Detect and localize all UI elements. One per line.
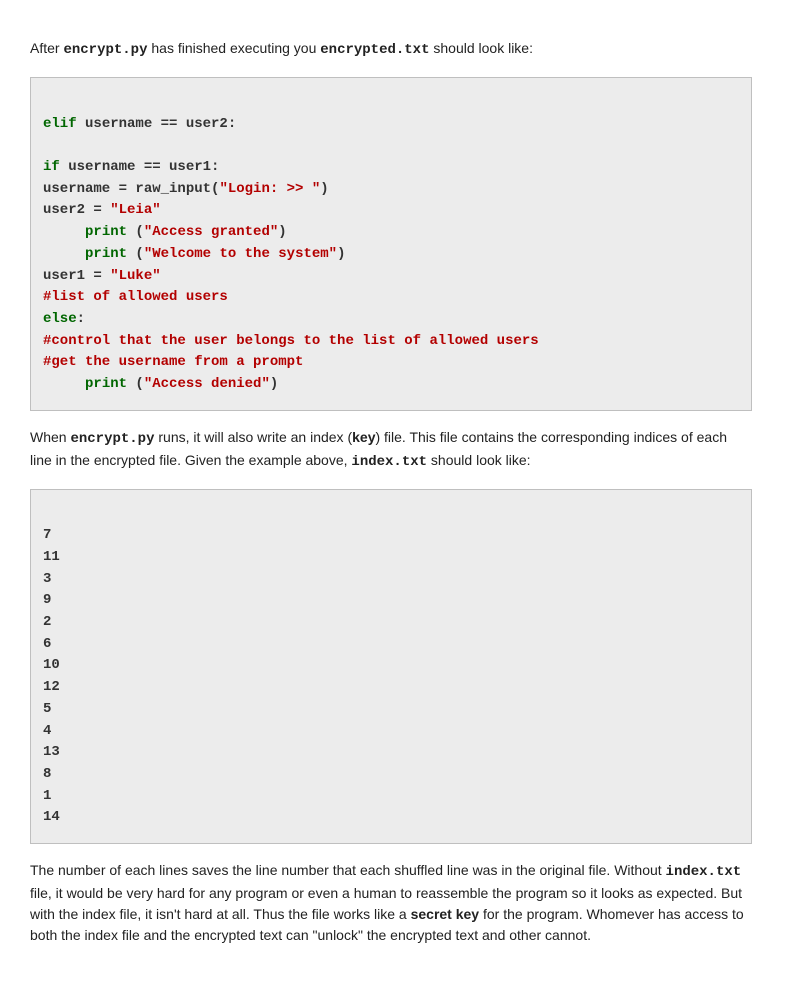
- intro-paragraph-1: After encrypt.py has finished executing …: [30, 38, 752, 61]
- code-text: (: [127, 376, 144, 392]
- code-line: 3: [43, 571, 51, 587]
- code-text: (: [127, 246, 144, 262]
- code-text: ): [320, 181, 328, 197]
- code-comment: #control that the user belongs to the li…: [43, 333, 539, 349]
- code-text: username = raw_input(: [43, 181, 219, 197]
- code-keyword: if: [43, 159, 60, 175]
- code-line: 7: [43, 527, 51, 543]
- code-comment: #list of allowed users: [43, 289, 228, 305]
- code-line: 9: [43, 592, 51, 608]
- code-text: username == user2:: [77, 116, 237, 132]
- code-keyword: else: [43, 311, 77, 327]
- code-text: ): [278, 224, 286, 240]
- code-keyword: elif: [43, 116, 77, 132]
- code-filename-encrypt: encrypt.py: [70, 431, 154, 447]
- code-string: "Access denied": [144, 376, 270, 392]
- text: should look like:: [429, 40, 533, 56]
- encrypted-output-code-block: elif username == user2: if username == u…: [30, 77, 752, 411]
- code-keyword: print: [85, 246, 127, 262]
- code-string: "Access granted": [144, 224, 278, 240]
- code-keyword: print: [85, 376, 127, 392]
- code-line: 10: [43, 657, 60, 673]
- text: When: [30, 429, 70, 445]
- intro-paragraph-3: The number of each lines saves the line …: [30, 860, 752, 946]
- code-text: (: [127, 224, 144, 240]
- code-filename-index-txt: index.txt: [351, 454, 427, 470]
- code-line: 6: [43, 636, 51, 652]
- code-string: "Login: >> ": [219, 181, 320, 197]
- code-string: "Luke": [110, 268, 160, 284]
- code-string: "Leia": [110, 202, 160, 218]
- code-text: user1 =: [43, 268, 110, 284]
- text: After: [30, 40, 63, 56]
- code-indent: [43, 376, 85, 392]
- code-line: 8: [43, 766, 51, 782]
- bold-secret-key: secret key: [411, 906, 480, 922]
- code-line: 11: [43, 549, 60, 565]
- code-text: ): [337, 246, 345, 262]
- bold-key: key: [352, 429, 375, 445]
- text: The number of each lines saves the line …: [30, 862, 666, 878]
- code-keyword: print: [85, 224, 127, 240]
- code-comment: #get the username from a prompt: [43, 354, 303, 370]
- code-line: 4: [43, 723, 51, 739]
- code-filename-encrypted-txt: encrypted.txt: [320, 42, 429, 58]
- index-output-code-block: 7 11 3 9 2 6 10 12 5 4 13 8 1 14: [30, 489, 752, 844]
- intro-paragraph-2: When encrypt.py runs, it will also write…: [30, 427, 752, 473]
- code-string: "Welcome to the system": [144, 246, 337, 262]
- code-line: 12: [43, 679, 60, 695]
- code-text: :: [77, 311, 85, 327]
- code-line: 5: [43, 701, 51, 717]
- code-indent: [43, 246, 85, 262]
- code-line: 2: [43, 614, 51, 630]
- code-text: username == user1:: [60, 159, 220, 175]
- code-filename-encrypt: encrypt.py: [63, 42, 147, 58]
- code-line: 1: [43, 788, 51, 804]
- code-line: 14: [43, 809, 60, 825]
- text: runs, it will also write an index (: [154, 429, 352, 445]
- text: has finished executing you: [147, 40, 320, 56]
- code-filename-index-txt: index.txt: [666, 864, 742, 880]
- text: should look like:: [427, 452, 531, 468]
- code-text: user2 =: [43, 202, 110, 218]
- code-indent: [43, 224, 85, 240]
- code-text: ): [270, 376, 278, 392]
- code-line: 13: [43, 744, 60, 760]
